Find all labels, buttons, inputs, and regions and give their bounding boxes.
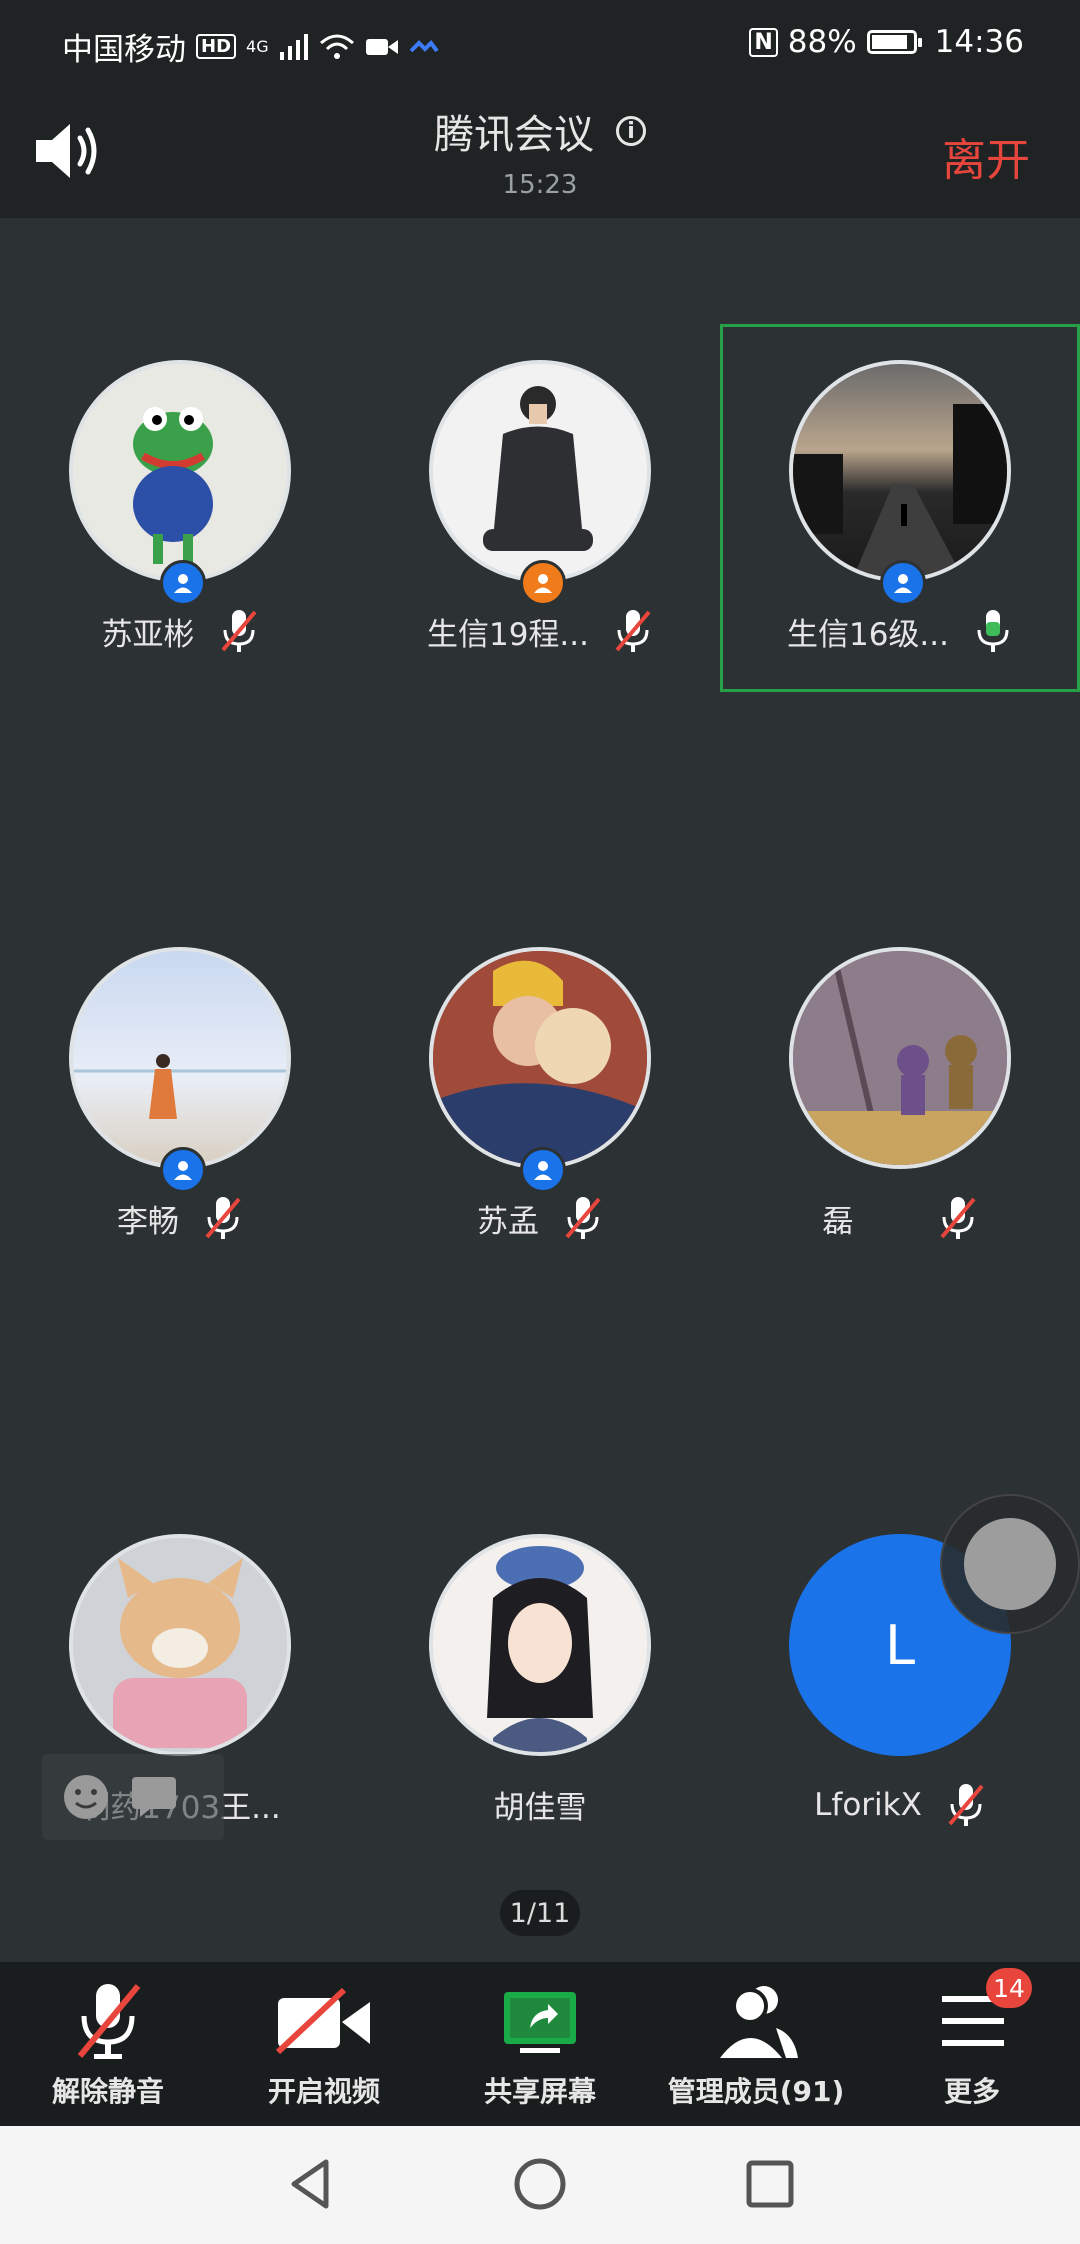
manage-members-button[interactable]: 管理成员(91) bbox=[648, 1962, 864, 2126]
mic-muted-icon bbox=[220, 610, 257, 652]
clock: 14:36 bbox=[934, 24, 1024, 60]
mic-muted-icon bbox=[948, 1784, 984, 1826]
hd-icon: HD bbox=[196, 34, 237, 59]
start-video-button[interactable]: 开启视频 bbox=[216, 1962, 432, 2126]
carrier-label: 中国移动 bbox=[62, 32, 186, 68]
signal-icon bbox=[279, 33, 308, 60]
participant-name: 苏亚彬 bbox=[101, 616, 195, 653]
info-icon[interactable]: i bbox=[616, 116, 646, 146]
start-video-label: 开启视频 bbox=[267, 2075, 380, 2108]
avatar bbox=[789, 947, 1011, 1169]
mic-muted-icon bbox=[565, 1197, 601, 1239]
avatar bbox=[429, 1534, 651, 1756]
avatar bbox=[429, 360, 651, 582]
tencent-meeting-icon bbox=[409, 39, 439, 52]
camera-off-icon bbox=[275, 1987, 370, 2055]
participant-name: 苏孟 bbox=[477, 1203, 539, 1240]
more-label: 更多 bbox=[943, 2075, 1000, 2108]
mic-muted-icon bbox=[939, 1197, 976, 1239]
participant-tile[interactable]: 苏孟 bbox=[360, 911, 720, 1279]
unmute-button[interactable]: 解除静音 bbox=[0, 1962, 216, 2126]
user-badge-icon bbox=[160, 1147, 206, 1193]
meeting-timer: 15:23 bbox=[502, 170, 578, 200]
participant-name: 生信19程... bbox=[426, 616, 589, 653]
wifi-icon bbox=[319, 34, 354, 59]
battery-icon bbox=[866, 30, 922, 54]
floating-chat-buttons[interactable] bbox=[42, 1754, 224, 1840]
avatar bbox=[429, 947, 651, 1169]
chat-icon[interactable] bbox=[130, 1775, 178, 1819]
user-badge-icon bbox=[520, 560, 566, 606]
recents-icon[interactable] bbox=[740, 2154, 800, 2214]
emoji-icon[interactable] bbox=[62, 1773, 110, 1821]
avatar bbox=[69, 1534, 291, 1756]
participant-tile[interactable]: 苏亚彬 bbox=[0, 324, 360, 692]
avatar bbox=[789, 360, 1011, 582]
members-icon bbox=[720, 1986, 798, 2058]
participant-tile-speaking[interactable]: 生信16级... bbox=[720, 324, 1080, 692]
system-nav-bar bbox=[0, 2126, 1080, 2244]
participant-name: 李畅 bbox=[117, 1203, 179, 1240]
avatar bbox=[69, 947, 291, 1169]
participant-name: 胡佳雪 bbox=[493, 1790, 587, 1826]
participant-name: LforikX bbox=[814, 1787, 922, 1823]
nfc-icon: N bbox=[749, 27, 778, 57]
leave-button[interactable]: 离开 bbox=[942, 124, 1030, 188]
avatar bbox=[69, 360, 291, 582]
manage-members-label: 管理成员(91) bbox=[667, 2075, 845, 2108]
user-badge-icon bbox=[160, 560, 206, 606]
bottom-toolbar: 解除静音 开启视频 共享屏幕 管理成员(91) 14 更多 bbox=[0, 1962, 1080, 2126]
battery-percent: 88% bbox=[787, 24, 857, 60]
user-badge-icon bbox=[880, 560, 926, 606]
participant-tile[interactable]: 生信19程... bbox=[360, 324, 720, 692]
participant-tile[interactable]: 胡佳雪 bbox=[360, 1498, 720, 1866]
network-type: 4G bbox=[246, 37, 269, 56]
participant-name: 磊 bbox=[822, 1203, 854, 1240]
more-button[interactable]: 14 更多 bbox=[864, 1962, 1080, 2126]
participant-tile[interactable]: 磊 bbox=[720, 911, 1080, 1279]
share-screen-button[interactable]: 共享屏幕 bbox=[432, 1962, 648, 2126]
mic-muted-icon bbox=[205, 1197, 241, 1239]
mic-muted-icon bbox=[77, 1984, 141, 2059]
meeting-header: 腾讯会议 i 15:23 离开 bbox=[0, 90, 1080, 218]
share-screen-label: 共享屏幕 bbox=[483, 2075, 596, 2108]
participant-tile[interactable]: 李畅 bbox=[0, 911, 360, 1279]
floating-assistive-button[interactable] bbox=[940, 1494, 1080, 1634]
status-bar: 中国移动 HD 4G N 88% 14:36 bbox=[0, 0, 1080, 90]
more-notification-badge: 14 bbox=[986, 1968, 1032, 2008]
user-badge-icon bbox=[520, 1147, 566, 1193]
avatar-initial: L bbox=[884, 1613, 916, 1677]
meeting-title: 腾讯会议 bbox=[434, 112, 594, 158]
participant-name: 生信16级... bbox=[786, 616, 949, 653]
unmute-label: 解除静音 bbox=[51, 2075, 164, 2108]
back-icon[interactable] bbox=[280, 2154, 340, 2214]
share-screen-icon bbox=[504, 1992, 576, 2053]
page-indicator: 1/11 bbox=[500, 1890, 580, 1936]
mic-muted-icon bbox=[615, 610, 651, 652]
home-icon[interactable] bbox=[510, 2154, 570, 2214]
mic-active-icon bbox=[977, 610, 1009, 652]
video-record-icon bbox=[365, 38, 398, 55]
